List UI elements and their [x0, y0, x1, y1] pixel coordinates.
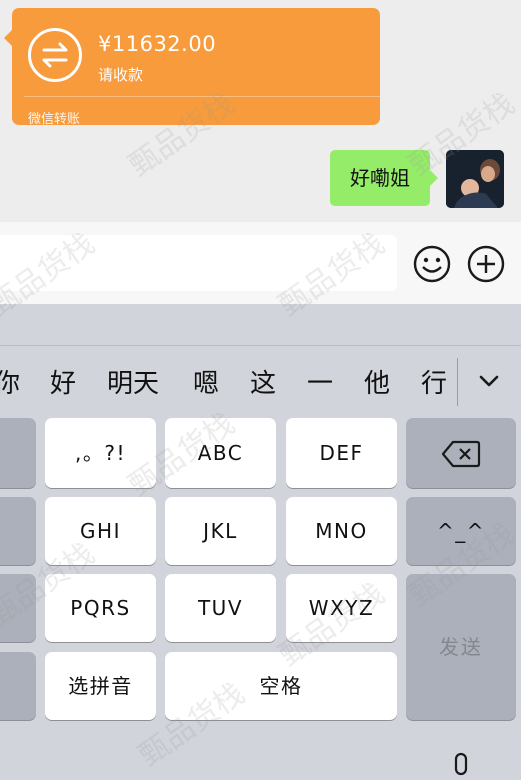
chat-area: ¥11632.00 请收款 微信转账 好嘞姐 — [0, 0, 521, 222]
key-label: WXYZ — [308, 596, 375, 620]
wxyz-key[interactable]: WXYZ — [286, 574, 397, 642]
key-label: ^_^ — [436, 519, 485, 543]
microphone-icon[interactable] — [448, 750, 474, 780]
candidate-item[interactable]: 你 — [0, 346, 20, 410]
left-key-3[interactable] — [0, 574, 36, 642]
key-label: DEF — [319, 441, 364, 465]
plus-circle-icon[interactable] — [466, 244, 506, 284]
pqrs-key[interactable]: PQRS — [45, 574, 156, 642]
select-pinyin-key[interactable]: 选拼音 — [45, 652, 156, 720]
transfer-amount: ¥11632.00 — [98, 32, 217, 56]
def-key[interactable]: DEF — [286, 418, 397, 488]
candidate-item[interactable]: 他 — [364, 346, 390, 410]
input-bar — [0, 222, 521, 304]
emoticon-key[interactable]: ^_^ — [406, 497, 516, 565]
key-label: TUV — [197, 596, 244, 620]
candidate-item[interactable]: 这 — [250, 346, 276, 410]
punctuation-key[interactable]: ,。?! — [45, 418, 156, 488]
candidate-item[interactable]: 行 — [421, 346, 447, 410]
key-label: JKL — [203, 519, 238, 543]
key-label: ABC — [197, 441, 244, 465]
candidate-item[interactable]: 明天 — [107, 346, 159, 410]
smiley-icon[interactable] — [412, 244, 452, 284]
transfer-card[interactable]: ¥11632.00 请收款 微信转账 — [4, 8, 380, 127]
abc-key[interactable]: ABC — [165, 418, 276, 488]
key-label: 选拼音 — [68, 674, 133, 698]
backspace-icon — [441, 440, 481, 468]
key-label: ,。?! — [75, 441, 126, 465]
candidate-item[interactable]: 嗯 — [193, 346, 219, 410]
transfer-arrows-icon — [28, 28, 82, 82]
tuv-key[interactable]: TUV — [165, 574, 276, 642]
key-label: MNO — [315, 519, 368, 543]
chevron-down-icon[interactable] — [474, 366, 504, 396]
send-label: 发送 — [439, 635, 483, 659]
transfer-footer: 微信转账 — [28, 112, 81, 127]
left-key-4[interactable] — [0, 652, 36, 720]
candidate-item[interactable]: 好 — [50, 346, 76, 410]
mno-key[interactable]: MNO — [286, 497, 397, 565]
sent-message-bubble[interactable]: 好嘞姐 — [330, 150, 438, 206]
transfer-divider — [24, 96, 380, 97]
left-key-1[interactable] — [0, 418, 36, 488]
backspace-key[interactable] — [406, 418, 516, 488]
key-label: GHI — [80, 519, 121, 543]
send-button[interactable]: 发送 — [406, 574, 516, 720]
avatar[interactable] — [446, 150, 504, 208]
jkl-key[interactable]: JKL — [165, 497, 276, 565]
message-input[interactable] — [0, 235, 397, 291]
key-label: 空格 — [259, 674, 303, 698]
transfer-status: 请收款 — [98, 66, 144, 84]
ghi-key[interactable]: GHI — [45, 497, 156, 565]
left-key-2[interactable] — [0, 497, 36, 565]
space-key[interactable]: 空格 — [165, 652, 397, 720]
candidate-divider — [457, 358, 458, 406]
candidate-item[interactable]: 一 — [307, 346, 333, 410]
key-label: PQRS — [70, 596, 131, 620]
candidate-bar: 你 好 明天 嗯 这 一 他 行 — [0, 345, 521, 409]
